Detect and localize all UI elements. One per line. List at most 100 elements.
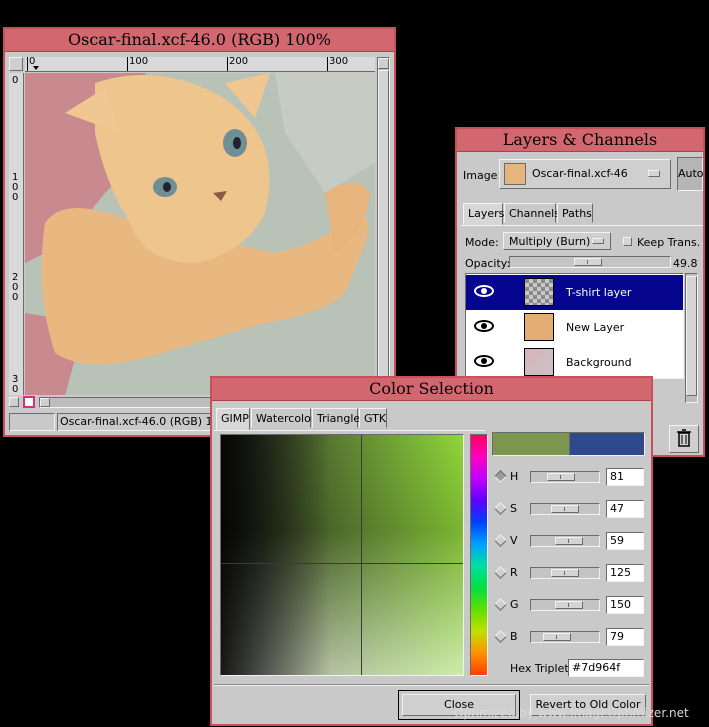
layer-thumbnail-icon (524, 348, 554, 376)
mode-select[interactable]: Multiply (Burn) (503, 232, 611, 250)
scroll-up-arrow-icon[interactable] (378, 58, 389, 69)
keep-trans-label: Keep Trans. (637, 236, 701, 249)
ruler-left-label: 300 (12, 374, 19, 396)
old-color-swatch[interactable] (569, 432, 645, 456)
radio-button-icon[interactable] (494, 566, 507, 579)
hue-slider[interactable] (530, 471, 600, 483)
saturation-slider-thumb[interactable] (551, 505, 579, 513)
scroll-thumb[interactable] (686, 276, 697, 396)
ruler-left-label: 0 (12, 75, 19, 86)
layer-row-tshirt[interactable]: T-shirt layer (466, 275, 683, 310)
green-slider-thumb[interactable] (555, 601, 583, 609)
mode-label: Mode: (465, 236, 499, 249)
saturation-slider[interactable] (530, 503, 600, 515)
tab-layers[interactable]: Layers (463, 203, 504, 225)
channel-label: H (510, 470, 519, 483)
image-canvas[interactable] (25, 73, 375, 395)
delete-layer-button[interactable] (669, 425, 699, 453)
value-value[interactable]: 59 (606, 532, 644, 550)
blue-slider-thumb[interactable] (543, 633, 571, 641)
kitten-image (25, 73, 375, 395)
opacity-value: 49.8 (673, 257, 698, 270)
radio-button-icon[interactable] (494, 534, 507, 547)
green-slider[interactable] (530, 599, 600, 611)
image-select-menu[interactable]: Oscar-final.xcf-46 (499, 159, 671, 189)
sv-crosshair-vertical (361, 435, 362, 675)
radio-button-icon[interactable] (494, 502, 507, 515)
value-slider-thumb[interactable] (555, 537, 583, 545)
image-vertical-scrollbar[interactable] (377, 57, 390, 395)
button-separator (214, 684, 649, 686)
ruler-pointer-icon (33, 66, 39, 70)
hex-triplet-label: Hex Triplet: (510, 662, 573, 675)
option-menu-indicator-icon (592, 238, 604, 244)
opacity-slider[interactable] (509, 256, 671, 268)
channel-row-v: V 59 (494, 532, 650, 552)
red-slider-thumb[interactable] (551, 569, 579, 577)
blue-value[interactable]: 79 (606, 628, 644, 646)
opacity-slider-thumb[interactable] (574, 258, 602, 266)
opacity-label: Opacity: (465, 257, 511, 270)
radio-button-icon[interactable] (494, 630, 507, 643)
ruler-top-label: 200 (229, 57, 249, 67)
ruler-left-label: 100 (12, 172, 19, 203)
red-value[interactable]: 125 (606, 564, 644, 582)
layer-row-background[interactable]: Background (466, 345, 683, 378)
channel-label: G (510, 598, 519, 611)
horizontal-ruler[interactable]: 0 100 200 300 (25, 57, 375, 72)
color-window-title[interactable]: Color Selection (212, 378, 651, 401)
vertical-ruler[interactable]: 0 100 200 300 (9, 73, 24, 395)
hue-value[interactable]: 81 (606, 468, 644, 486)
layer-thumbnail-icon (524, 313, 554, 341)
eye-icon[interactable] (474, 285, 494, 297)
tab-gimp[interactable]: GIMP (216, 408, 250, 430)
channel-label: S (510, 502, 517, 515)
watermark: Optimized by www.ImageOptimizer.net (454, 706, 689, 720)
channel-row-h: H 81 (494, 468, 650, 488)
radio-button-icon[interactable] (494, 598, 507, 611)
saturation-value-square[interactable] (220, 434, 464, 676)
value-slider[interactable] (530, 535, 600, 547)
tab-triangle[interactable]: Triangle (312, 408, 360, 428)
channel-label: R (510, 566, 518, 579)
layer-name: T-shirt layer (566, 286, 632, 299)
hue-strip[interactable] (470, 434, 488, 676)
quickmask-on-icon[interactable] (23, 396, 35, 408)
saturation-value[interactable]: 47 (606, 500, 644, 518)
channel-row-g: G 150 (494, 596, 650, 616)
layer-name: Background (566, 356, 632, 369)
auto-button[interactable]: Auto (677, 157, 704, 191)
sv-crosshair-horizontal (221, 563, 463, 564)
channel-row-b: B 79 (494, 628, 650, 648)
hue-slider-thumb[interactable] (547, 473, 575, 481)
ruler-corner[interactable] (9, 57, 23, 71)
quickmask-off-icon[interactable] (9, 397, 19, 407)
blue-slider[interactable] (530, 631, 600, 643)
tab-channels[interactable]: Channels (504, 203, 560, 223)
image-select-value: Oscar-final.xcf-46 (532, 167, 628, 180)
layer-row-new-layer[interactable]: New Layer (466, 310, 683, 345)
layer-thumbnail-icon (524, 278, 554, 306)
scroll-left-arrow-icon[interactable] (40, 398, 50, 407)
tab-paths[interactable]: Paths (557, 203, 593, 223)
scroll-thumb[interactable] (378, 70, 389, 380)
tab-watercolor[interactable]: Watercolor (251, 408, 315, 428)
layers-list-scrollbar[interactable] (685, 273, 698, 403)
eye-icon[interactable] (474, 355, 494, 367)
trash-icon (677, 429, 691, 447)
eye-icon[interactable] (474, 320, 494, 332)
ruler-left-label: 200 (12, 272, 19, 303)
image-window-title[interactable]: Oscar-final.xcf-46.0 (RGB) 100% (5, 29, 394, 52)
radio-button-icon[interactable] (494, 470, 507, 483)
image-thumbnail-icon (504, 163, 526, 185)
image-label: Image: (463, 169, 502, 182)
layer-name: New Layer (566, 321, 625, 334)
keep-trans-checkbox[interactable] (623, 237, 632, 246)
hex-triplet-input[interactable]: #7d964f (568, 659, 644, 677)
layers-window-title[interactable]: Layers & Channels (457, 129, 703, 152)
option-menu-indicator-icon (648, 170, 660, 177)
new-color-swatch (492, 432, 570, 456)
green-value[interactable]: 150 (606, 596, 644, 614)
red-slider[interactable] (530, 567, 600, 579)
tab-gtk[interactable]: GTK (359, 408, 387, 428)
